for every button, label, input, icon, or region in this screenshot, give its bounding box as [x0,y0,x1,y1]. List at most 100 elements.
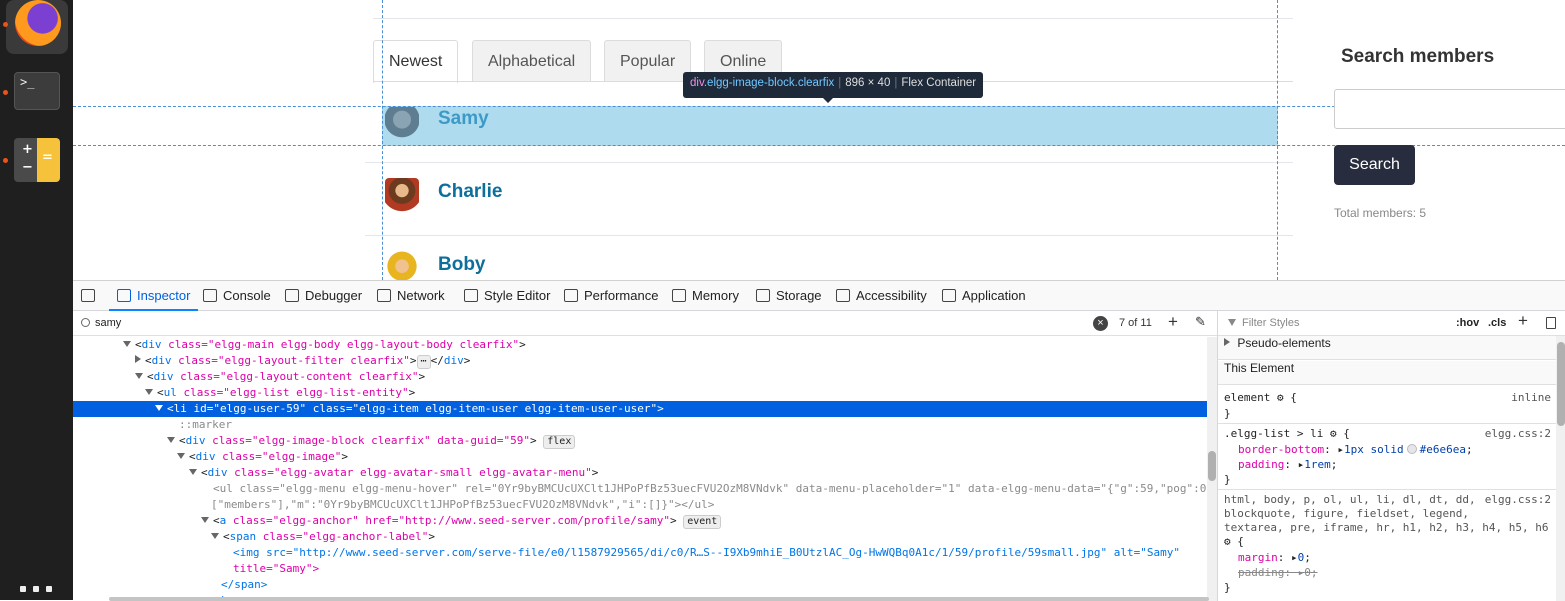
markup-node[interactable]: </span> [73,577,1207,593]
search-icon [81,318,90,327]
element-picker-icon[interactable] [81,281,99,311]
rule-close: } [1224,581,1231,594]
charlie-avatar[interactable] [385,178,419,214]
this-element-header: This Element [1218,361,1556,385]
member-name-charlie[interactable]: Charlie [438,181,502,203]
tab-memory[interactable]: Memory [672,281,739,311]
samy-avatar[interactable] [385,107,419,143]
print-media-icon[interactable] [1546,317,1556,329]
debugger-icon [285,289,299,302]
calculator-icon[interactable]: + − = [14,138,60,182]
rule-close: } [1224,407,1231,420]
hov-toggle[interactable]: :hov [1456,317,1479,329]
tab-popular[interactable]: Popular [604,40,692,82]
show-apps-icon[interactable] [20,584,54,600]
css-declaration[interactable]: padding: ▸1rem; [1238,458,1337,472]
add-rule-icon[interactable]: + [1518,311,1528,331]
running-indicator [3,22,8,27]
rule-source[interactable]: inline [1511,391,1551,405]
reset-rule-selector[interactable]: html, body, p, ol, ul, li, dl, dt, dd, [1224,493,1476,507]
markup-tree: <div class="elgg-main elgg-body elgg-lay… [73,337,1207,601]
markup-node[interactable]: <img src="http://www.seed-server.com/ser… [73,545,1207,561]
style-editor-icon [464,289,478,302]
markup-node[interactable]: title="Samy"> [73,561,1207,577]
tab-inspector[interactable]: Inspector [109,281,199,311]
markup-node[interactable]: <a class="elgg-anchor" href="http://www.… [73,513,1207,529]
cls-toggle[interactable]: .cls [1488,317,1506,329]
search-members-input[interactable] [1334,89,1565,129]
markup-node[interactable]: <div class="elgg-main elgg-body elgg-lay… [73,337,1207,353]
eyedropper-icon[interactable]: ✎ [1195,314,1206,330]
element-highlight [382,106,1278,146]
markup-node[interactable]: <div class="elgg-layout-content clearfix… [73,369,1207,385]
tab-application[interactable]: Application [942,281,1026,311]
tab-storage[interactable]: Storage [756,281,822,311]
clear-search-icon[interactable]: × [1093,316,1108,331]
ubuntu-dock: >_ + − = [0,0,73,600]
running-indicator [3,90,8,95]
tab-alphabetical[interactable]: Alphabetical [472,40,592,82]
markup-node-selected[interactable]: <li id="elgg-user-59" class="elgg-item e… [73,401,1207,417]
rule-open: ⚙ { [1224,535,1244,548]
markup-node[interactable]: ["members"],"m":"0Yr9byBMCUcUXClt1JHPoPf… [73,497,1207,513]
search-button[interactable]: Search [1334,145,1415,185]
boby-avatar[interactable] [385,250,419,280]
markup-scrollbar[interactable] [1207,337,1217,601]
filter-icon [1228,319,1236,326]
filter-styles-input[interactable]: Filter Styles [1242,317,1299,329]
terminal-icon[interactable]: >_ [14,72,60,110]
markup-node[interactable]: <div class="elgg-layout-filter clearfix"… [73,353,1207,369]
firefox-icon[interactable] [15,0,61,46]
reset-rule-selector: textarea, pre, iframe, hr, h1, h2, h3, h… [1224,521,1549,534]
application-icon [942,289,956,302]
markup-search-input[interactable]: samy [95,317,121,329]
tab-debugger[interactable]: Debugger [285,281,362,311]
tab-newest[interactable]: Newest [373,40,459,83]
rules-panel: Filter Styles :hov .cls + Pseudo-element… [1217,311,1565,601]
markup-node[interactable]: <ul class="elgg-menu elgg-menu-hover" re… [73,481,1207,497]
rules-scrollbar[interactable] [1556,336,1565,601]
divider [365,235,1293,236]
css-declaration[interactable]: border-bottom: ▸1px solid #e6e6ea; [1238,443,1473,457]
total-members: Total members: 5 [1334,206,1427,220]
rule-source[interactable]: elgg.css:2 [1485,493,1551,507]
accessibility-icon [836,289,850,302]
devtools-panel: Inspector Console Debugger Network Style… [73,280,1565,601]
css-declaration[interactable]: margin: ▸0; [1238,551,1311,565]
markup-node[interactable]: ::marker [73,417,1207,433]
member-name-boby[interactable]: Boby [438,254,486,276]
search-result-count: 7 of 11 [1119,317,1152,329]
tab-performance[interactable]: Performance [564,281,658,311]
css-declaration-overridden[interactable]: padding: ▸0; [1238,566,1317,580]
tab-accessibility[interactable]: Accessibility [836,281,927,311]
element-rule[interactable]: element ⚙ { [1224,391,1297,405]
divider [365,162,1293,163]
console-icon [203,289,217,302]
guide-line [1277,0,1278,280]
tab-network[interactable]: Network [377,281,445,311]
reset-rule-selector: blockquote, figure, fieldset, legend, [1224,507,1470,520]
tab-style-editor[interactable]: Style Editor [464,281,550,311]
network-icon [377,289,391,302]
member-name-samy[interactable]: Samy [438,108,489,130]
tab-console[interactable]: Console [203,281,271,311]
rule-source[interactable]: elgg.css:2 [1485,427,1551,441]
markup-search: samy × 7 of 11 + ✎ [73,311,1217,336]
performance-icon [564,289,578,302]
markup-node[interactable]: <ul class="elgg-list elgg-list-entity"> [73,385,1207,401]
running-indicator [3,158,8,163]
markup-node[interactable]: <div class="elgg-avatar elgg-avatar-smal… [73,465,1207,481]
storage-icon [756,289,770,302]
color-swatch[interactable] [1406,444,1417,454]
markup-node[interactable]: <div class="elgg-image"> [73,449,1207,465]
filter-styles: Filter Styles :hov .cls + [1218,311,1565,336]
rule-close: } [1224,473,1231,486]
markup-horizontal-scrollbar[interactable] [109,597,1209,601]
pseudo-elements-section[interactable]: Pseudo-elements [1218,336,1556,360]
add-node-icon[interactable]: + [1168,312,1178,332]
list-rule-selector[interactable]: .elgg-list > li ⚙ { [1224,427,1350,441]
members-page: Newest Alphabetical Popular Online Samy … [73,0,1565,280]
markup-node[interactable]: <div class="elgg-image-block clearfix" d… [73,433,1207,449]
guide-line [382,0,383,280]
markup-node[interactable]: <span class="elgg-anchor-label"> [73,529,1207,545]
